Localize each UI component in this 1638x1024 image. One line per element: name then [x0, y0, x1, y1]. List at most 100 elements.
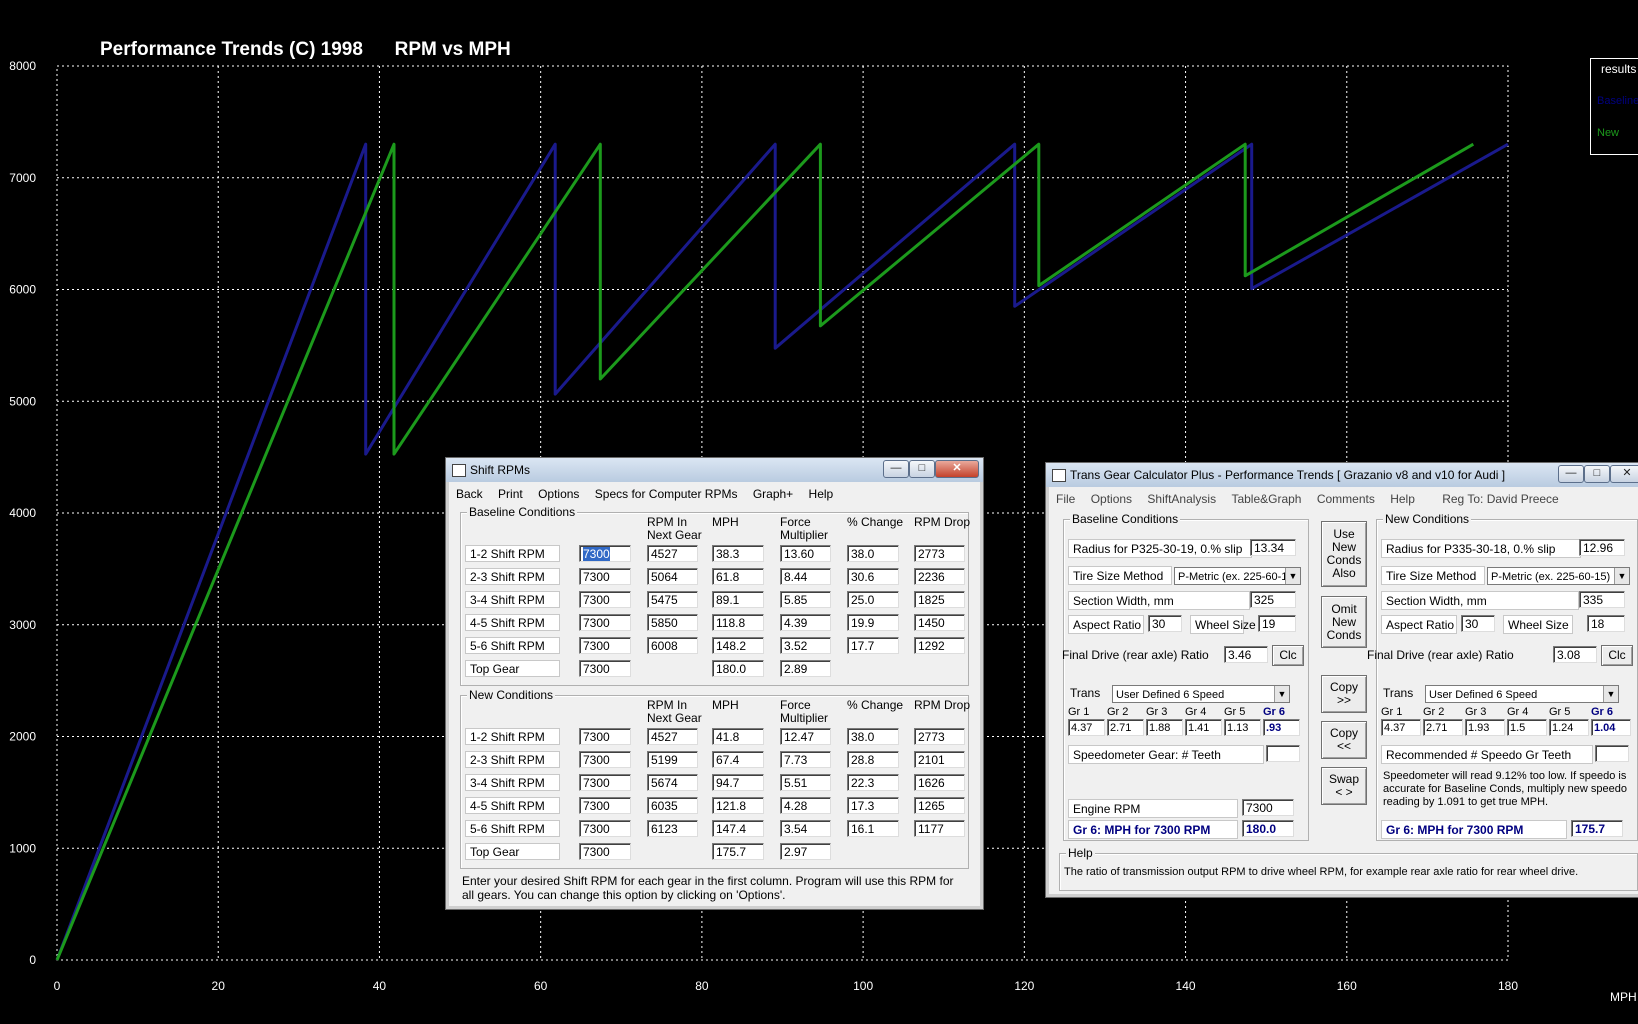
- shift-rpm-input[interactable]: 7300: [579, 843, 631, 860]
- gear-ratio-input[interactable]: 4.37: [1381, 719, 1421, 736]
- wheel-size-value[interactable]: 19: [1258, 615, 1296, 632]
- chart-title: Performance Trends (C) 1998 RPM vs MPH: [100, 39, 511, 60]
- legend-title: results: [1601, 62, 1637, 76]
- final-drive-value[interactable]: 3.08: [1553, 646, 1597, 663]
- clc-button[interactable]: Clc: [1272, 645, 1304, 666]
- menu-options[interactable]: Options: [1085, 489, 1138, 509]
- final-drive-value[interactable]: 3.46: [1224, 646, 1268, 663]
- dropdown-arrow-icon[interactable]: ▼: [1274, 686, 1289, 702]
- trans-select[interactable]: User Defined 6 Speed ▼: [1425, 685, 1619, 703]
- gear-ratio-input[interactable]: .93: [1263, 719, 1300, 736]
- window-icon: [1052, 469, 1066, 482]
- gear6-mph-label: Gr 6: MPH for 7300 RPM: [1381, 820, 1567, 839]
- menu-shift-analysis[interactable]: ShiftAnalysis: [1141, 489, 1222, 509]
- menu-comments[interactable]: Comments: [1311, 489, 1381, 509]
- shift-pct-value: 22.3: [847, 774, 899, 791]
- shift-rpm-input[interactable]: 7300: [579, 568, 631, 585]
- minimize-button[interactable]: —: [883, 460, 909, 478]
- shift-footer-text: Enter your desired Shift RPM for each ge…: [462, 874, 954, 902]
- final-drive-label: Final Drive (rear axle) Ratio: [1062, 648, 1209, 662]
- tire-method-select[interactable]: P-Metric (ex. 225-60-15) ▼: [1174, 567, 1301, 585]
- shift-force-value: 4.39: [780, 614, 831, 631]
- trans-gear-calculator-window: Trans Gear Calculator Plus - Performance…: [1045, 462, 1638, 898]
- use-new-conds-button[interactable]: Use New Conds Also: [1321, 521, 1367, 587]
- menu-file[interactable]: File: [1050, 489, 1081, 509]
- tire-method-select[interactable]: P-Metric (ex. 225-60-15) ▼: [1487, 567, 1630, 585]
- gear-ratio-input[interactable]: 1.5: [1507, 719, 1547, 736]
- menu-table-graph[interactable]: Table&Graph: [1225, 489, 1307, 509]
- gear-ratio-input[interactable]: 1.04: [1591, 719, 1631, 736]
- menu-graph[interactable]: Graph+: [747, 484, 799, 504]
- speedo-value[interactable]: [1595, 745, 1629, 762]
- y-tick-label: 0: [29, 953, 36, 967]
- close-button[interactable]: ✕: [1610, 465, 1638, 483]
- menu-reg-to: Reg To: David Preece: [1442, 492, 1559, 506]
- shift-next-value: 5064: [647, 568, 698, 585]
- shift-rpm-input[interactable]: 7300: [579, 637, 631, 654]
- trans-select[interactable]: User Defined 6 Speed ▼: [1112, 685, 1290, 703]
- menu-help[interactable]: Help: [803, 484, 840, 504]
- trans-new-group: New Conditions Radius for P335-30-18, 0.…: [1367, 512, 1638, 841]
- gear-ratio-input[interactable]: 1.41: [1185, 719, 1222, 736]
- speedo-value[interactable]: [1266, 745, 1300, 762]
- section-width-value[interactable]: 335: [1579, 591, 1625, 608]
- shift-rpm-input[interactable]: 7300: [579, 797, 631, 814]
- shift-rpm-input[interactable]: 7300: [579, 820, 631, 837]
- menu-options[interactable]: Options: [532, 484, 585, 504]
- aspect-ratio-value[interactable]: 30: [1148, 615, 1182, 632]
- menu-specs[interactable]: Specs for Computer RPMs: [589, 484, 744, 504]
- shift-rpms-titlebar[interactable]: Shift RPMs — □ ✕: [446, 458, 983, 482]
- dropdown-arrow-icon[interactable]: ▼: [1614, 568, 1629, 584]
- gear-ratio-input[interactable]: 1.24: [1549, 719, 1589, 736]
- shift-rpm-input[interactable]: 7300: [579, 545, 631, 562]
- dropdown-arrow-icon[interactable]: ▼: [1603, 686, 1618, 702]
- shift-rpm-value: 7300: [583, 753, 610, 767]
- gear-ratio-input[interactable]: 1.88: [1146, 719, 1183, 736]
- dropdown-arrow-icon[interactable]: ▼: [1285, 568, 1300, 584]
- trans-baseline-title: Baseline Conditions: [1070, 512, 1181, 526]
- gear-label: Gr 1: [1381, 706, 1403, 718]
- shift-rpm-input[interactable]: 7300: [579, 774, 631, 791]
- gear-ratio-input[interactable]: 2.71: [1107, 719, 1144, 736]
- omit-new-conds-button[interactable]: Omit New Conds: [1321, 596, 1367, 648]
- gear-ratio-input[interactable]: 2.71: [1423, 719, 1463, 736]
- engine-rpm-value[interactable]: 7300: [1242, 799, 1294, 816]
- copy-right-button[interactable]: Copy >>: [1321, 675, 1367, 713]
- gear-ratio-input[interactable]: 1.13: [1224, 719, 1261, 736]
- gear-ratio-input[interactable]: 4.37: [1068, 719, 1105, 736]
- radius-value[interactable]: 12.96: [1579, 539, 1625, 556]
- chart-legend: results Baseline New: [1590, 58, 1638, 155]
- clc-button[interactable]: Clc: [1601, 645, 1633, 666]
- x-tick-label: 120: [1014, 979, 1034, 993]
- shift-rpm-input[interactable]: 7300: [579, 614, 631, 631]
- window-icon: [452, 464, 466, 477]
- radius-value[interactable]: 13.34: [1250, 539, 1296, 556]
- shift-rpm-input[interactable]: 7300: [579, 751, 631, 768]
- shift-rpm-input[interactable]: 7300: [579, 591, 631, 608]
- trans-label: Trans: [1070, 686, 1101, 700]
- menu-back[interactable]: Back: [450, 484, 489, 504]
- shift-pct-value: 30.6: [847, 568, 899, 585]
- gear-ratio-input[interactable]: 1.93: [1465, 719, 1505, 736]
- gear-label: Gr 6: [1263, 706, 1286, 718]
- minimize-button[interactable]: —: [1558, 465, 1584, 483]
- aspect-ratio-value[interactable]: 30: [1461, 615, 1495, 632]
- maximize-button[interactable]: □: [1584, 465, 1610, 483]
- wheel-size-value[interactable]: 18: [1587, 615, 1625, 632]
- maximize-button[interactable]: □: [909, 460, 935, 478]
- tire-method-label: Tire Size Method: [1381, 566, 1485, 585]
- shift-mph-value: 121.8: [712, 797, 764, 814]
- shift-pct-value: 38.0: [847, 545, 899, 562]
- trans-titlebar[interactable]: Trans Gear Calculator Plus - Performance…: [1046, 463, 1638, 487]
- shift-mph-value: 118.8: [712, 614, 764, 631]
- swap-button[interactable]: Swap < >: [1321, 767, 1367, 805]
- x-tick-label: 80: [695, 979, 709, 993]
- shift-pct-value: 38.0: [847, 728, 899, 745]
- shift-rpm-input[interactable]: 7300: [579, 728, 631, 745]
- section-width-value[interactable]: 325: [1250, 591, 1296, 608]
- shift-rpm-input[interactable]: 7300: [579, 660, 631, 677]
- close-button[interactable]: ✕: [935, 460, 979, 478]
- menu-help[interactable]: Help: [1384, 489, 1421, 509]
- menu-print[interactable]: Print: [492, 484, 529, 504]
- copy-left-button[interactable]: Copy <<: [1321, 721, 1367, 759]
